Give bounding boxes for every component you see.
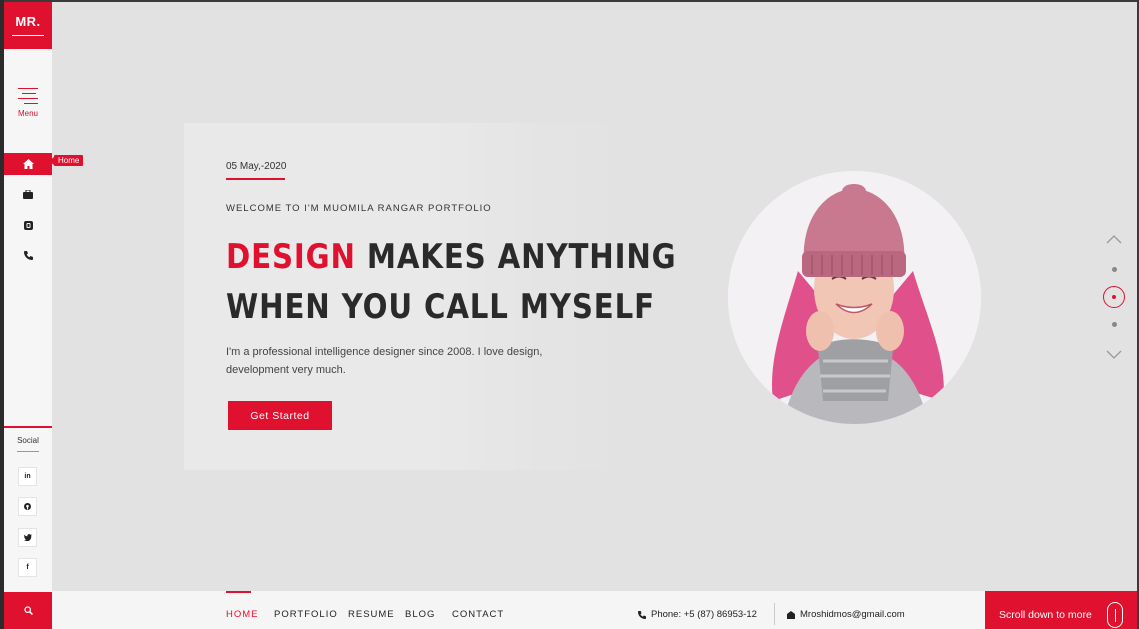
facebook-icon: f <box>26 564 29 571</box>
profile-photo <box>728 171 981 424</box>
hero-description: I'm a professional intelligence designer… <box>226 346 543 376</box>
hero-date-underline <box>226 178 285 180</box>
nav-active-indicator <box>226 591 251 593</box>
sidebar-item-contact[interactable] <box>4 244 52 266</box>
hero-heading: DESIGN MAKES ANYTHING WHEN YOU CALL MYSE… <box>226 232 676 332</box>
sidebar: MR. Menu Social in f <box>4 2 52 629</box>
home-icon <box>22 159 34 169</box>
phone-icon <box>638 610 646 619</box>
portrait-illustration <box>728 171 981 424</box>
scroll-down-label: Scroll down to more <box>999 609 1092 621</box>
nav-link-home[interactable]: HOME <box>226 609 259 620</box>
chevron-up-icon[interactable] <box>1106 233 1122 245</box>
home-tooltip: Home <box>48 155 84 166</box>
facebook-button[interactable]: f <box>18 558 37 577</box>
search-icon <box>23 606 33 615</box>
get-started-button[interactable]: Get Started <box>228 401 332 430</box>
briefcase-icon <box>23 189 33 199</box>
footer-email-text: Mroshidmos@gmail.com <box>800 609 905 620</box>
window-frame-top <box>0 0 1139 2</box>
nav-link-contact[interactable]: CONTACT <box>452 609 504 620</box>
slide-dot-1[interactable] <box>1112 267 1117 272</box>
bottom-bar <box>52 591 1137 629</box>
mail-icon <box>787 610 795 619</box>
sidebar-item-home[interactable] <box>4 153 52 175</box>
twitter-icon <box>23 534 32 541</box>
hero-heading-line2: WHEN YOU CALL MYSELF <box>226 287 655 327</box>
logo-text: MR. <box>15 14 41 29</box>
hero-date: 05 May,-2020 <box>226 161 287 172</box>
slide-dot-3[interactable] <box>1112 322 1117 327</box>
menu-label: Menu <box>17 109 38 118</box>
hero-welcome: WELCOME TO I'M MUOMILA RANGAR PORTFOLIO <box>226 203 492 214</box>
mouse-scroll-icon <box>1107 602 1123 628</box>
phone-icon <box>23 250 33 260</box>
nav-link-resume[interactable]: RESUME <box>348 609 395 620</box>
pinterest-button[interactable] <box>18 497 37 516</box>
hero-heading-accent: DESIGN <box>226 237 356 277</box>
search-button[interactable] <box>4 592 52 629</box>
footer-email[interactable]: Mroshidmos@gmail.com <box>787 609 905 620</box>
nav-link-portfolio[interactable]: PORTFOLIO <box>274 609 338 620</box>
social-divider <box>4 426 52 428</box>
footer-phone: Phone: +5 (87) 86953-12 <box>638 609 757 620</box>
social-underline <box>17 451 39 452</box>
sidebar-item-portfolio[interactable] <box>4 183 52 205</box>
hero-heading-line1: MAKES ANYTHING <box>355 237 677 277</box>
slide-dot-active-center <box>1112 295 1116 299</box>
linkedin-icon: in <box>24 473 31 480</box>
nav-link-blog[interactable]: BLOG <box>405 609 435 620</box>
logo[interactable]: MR. <box>4 2 52 49</box>
hamburger-icon <box>18 88 40 104</box>
blog-icon <box>23 220 33 230</box>
footer-phone-text: Phone: +5 (87) 86953-12 <box>651 609 757 620</box>
logo-underline <box>12 35 44 36</box>
menu-button[interactable]: Menu <box>4 84 52 122</box>
slide-dot-2-active[interactable] <box>1103 286 1125 308</box>
chevron-down-icon[interactable] <box>1106 349 1122 361</box>
linkedin-button[interactable]: in <box>18 467 37 486</box>
sidebar-item-blog[interactable] <box>4 214 52 236</box>
social-label: Social <box>17 436 39 445</box>
scroll-down-button[interactable]: Scroll down to more <box>985 591 1137 629</box>
twitter-button[interactable] <box>18 528 37 547</box>
contact-separator <box>774 603 775 625</box>
pinterest-icon <box>24 503 31 510</box>
